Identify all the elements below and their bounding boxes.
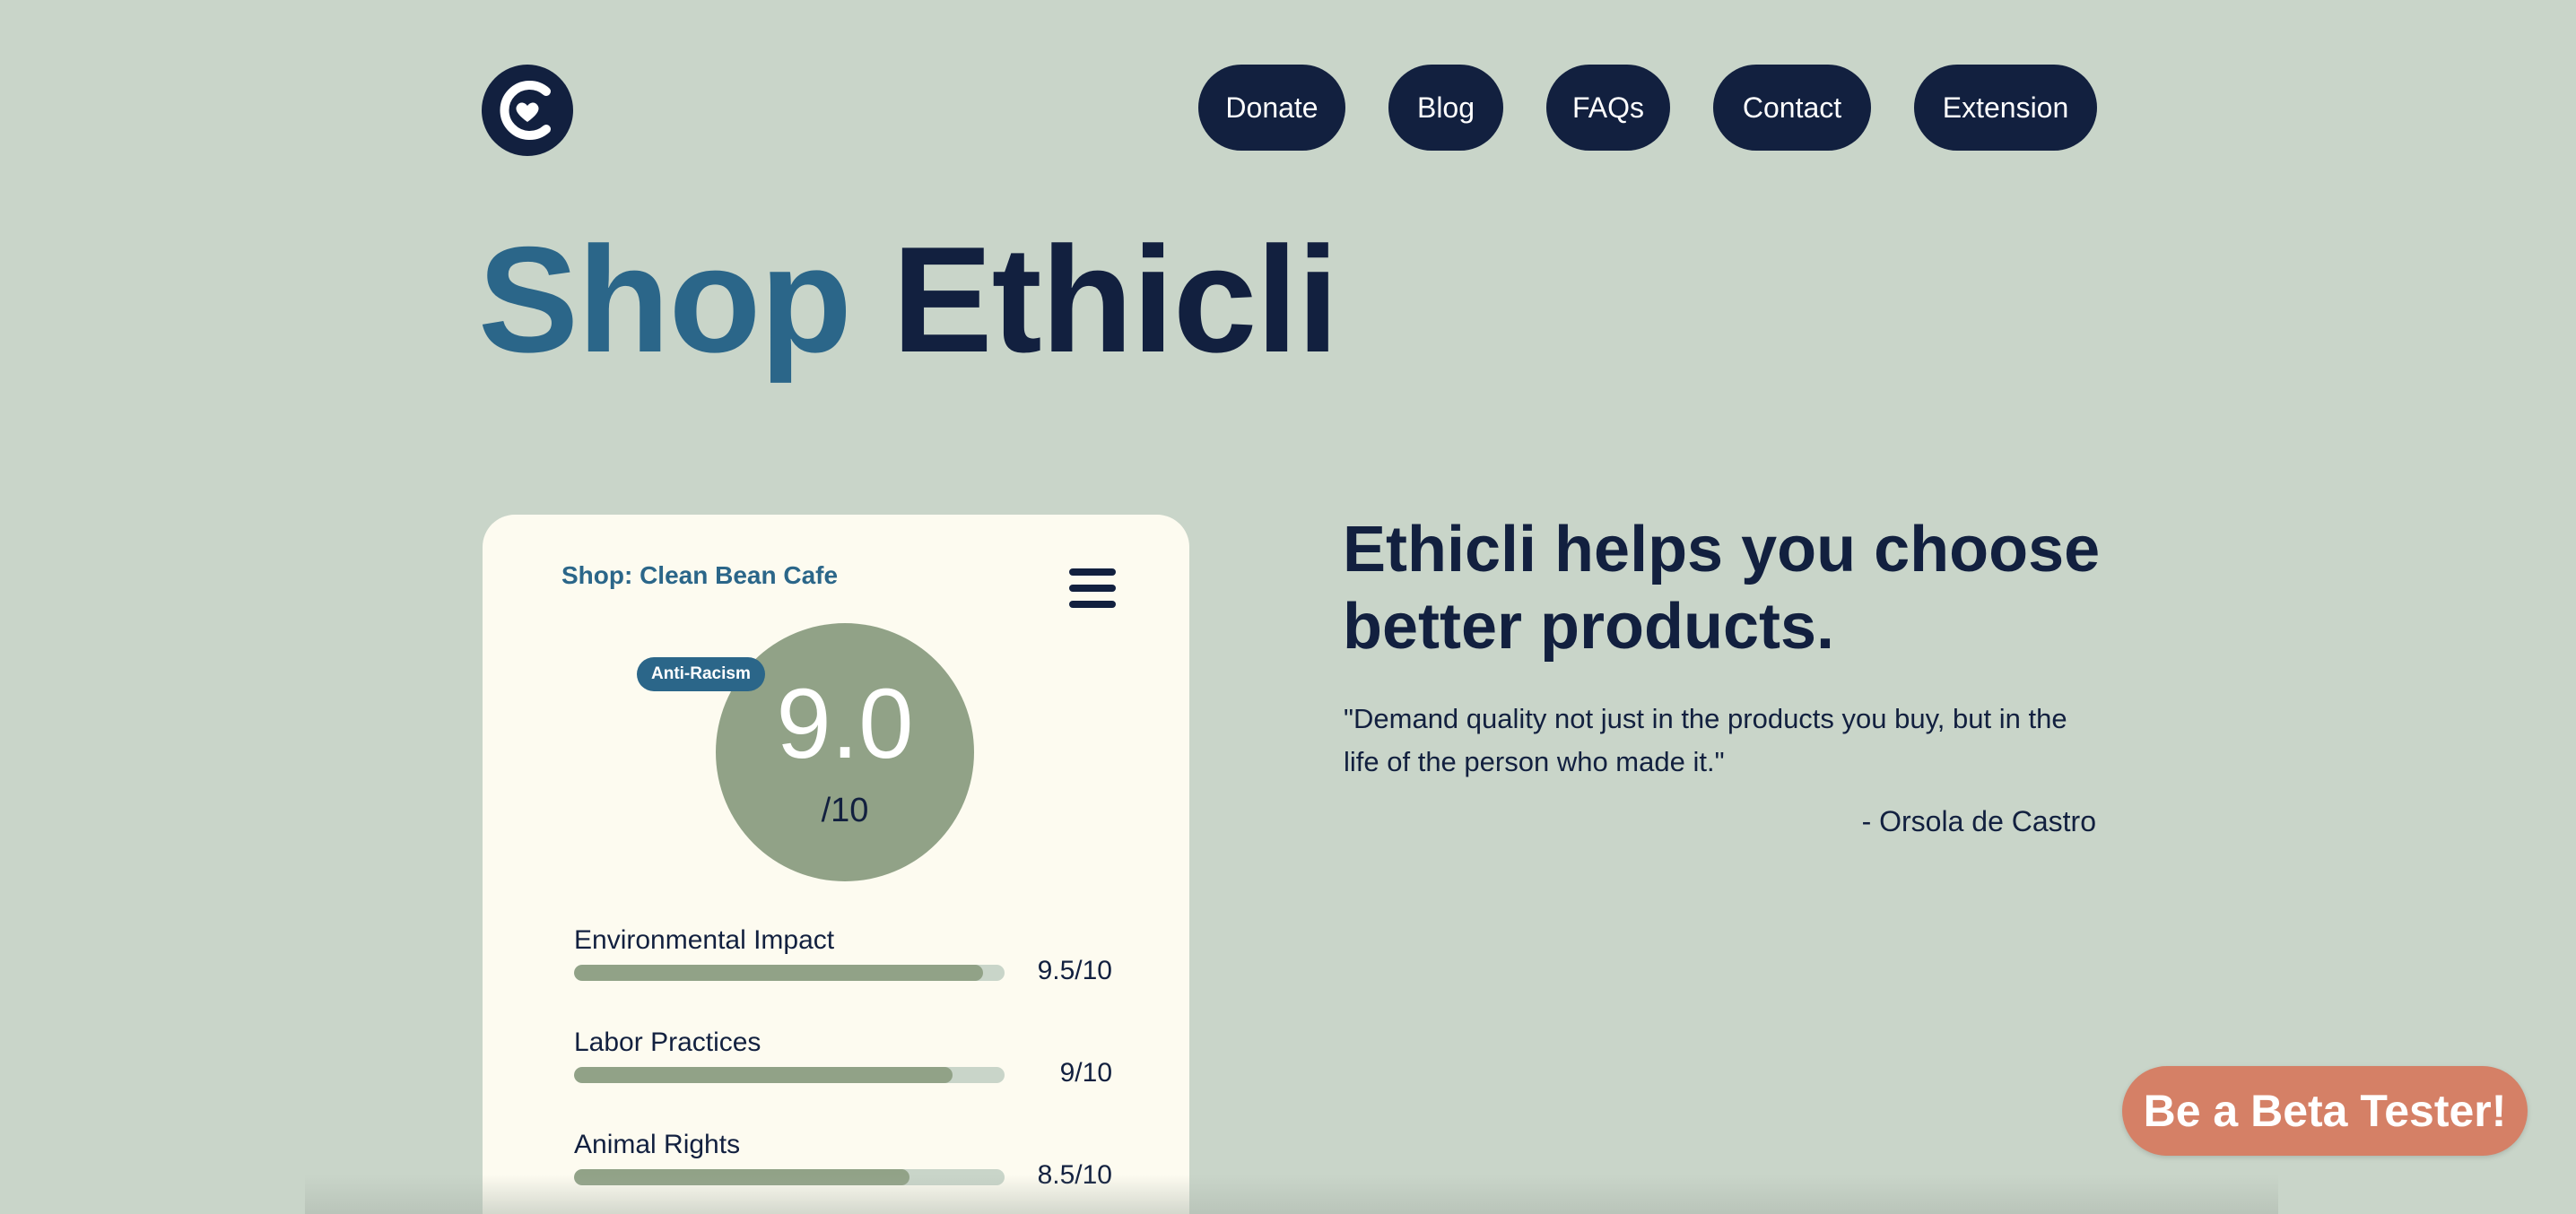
metric-bar-fill: [574, 965, 983, 981]
metric-score: 8.5/10: [1037, 1160, 1112, 1190]
metric-animal-rights: Animal Rights 8.5/10: [574, 1130, 1112, 1201]
metric-score: 9/10: [1059, 1058, 1112, 1088]
metric-bar-track: [574, 1067, 1005, 1083]
tagline-heading: Ethicli helps you choose better products…: [1343, 514, 2101, 663]
metric-bar-track: [574, 965, 1005, 981]
metric-environmental-impact: Environmental Impact 9.5/10: [574, 925, 1112, 997]
nav-contact-button[interactable]: Contact: [1713, 65, 1871, 151]
logo-mark: [500, 81, 551, 140]
nav-faqs-button[interactable]: FAQs: [1546, 65, 1670, 151]
title-ethicli: Ethicli: [892, 215, 1339, 384]
metric-bar-track: [574, 1169, 1005, 1185]
metric-bar-fill: [574, 1067, 953, 1083]
nav-extension-button[interactable]: Extension: [1914, 65, 2097, 151]
metric-name: Labor Practices: [574, 1028, 761, 1057]
beta-tester-button[interactable]: Be a Beta Tester!: [2122, 1066, 2528, 1156]
nav-donate-button[interactable]: Donate: [1198, 65, 1345, 151]
metric-name: Environmental Impact: [574, 925, 835, 955]
metric-name: Animal Rights: [574, 1130, 741, 1159]
shop-name-label: Shop: Clean Bean Cafe: [561, 561, 839, 589]
metric-bar-fill: [574, 1169, 910, 1185]
metric-labor-practices: Labor Practices 9/10: [574, 1028, 1112, 1099]
quote-text: "Demand quality not just in the products…: [1344, 703, 2067, 777]
anti-racism-badge: Anti-Racism: [637, 657, 765, 691]
hamburger-menu-icon[interactable]: [1069, 565, 1116, 611]
shop-rating-card: Shop: Clean Bean Cafe 9.0 /10 Anti-Racis…: [483, 515, 1189, 1214]
nav-blog-button[interactable]: Blog: [1388, 65, 1503, 151]
quote-author: - Orsola de Castro: [1861, 805, 2096, 837]
metric-score: 9.5/10: [1037, 956, 1112, 985]
page-title: Shop Ethicli: [478, 215, 1339, 384]
ethicli-logo-icon[interactable]: [482, 65, 573, 156]
page: Donate Blog FAQs Contact Extension Shop …: [0, 0, 2576, 1214]
title-shop: Shop: [478, 215, 852, 384]
overall-score-denominator: /10: [821, 792, 869, 829]
